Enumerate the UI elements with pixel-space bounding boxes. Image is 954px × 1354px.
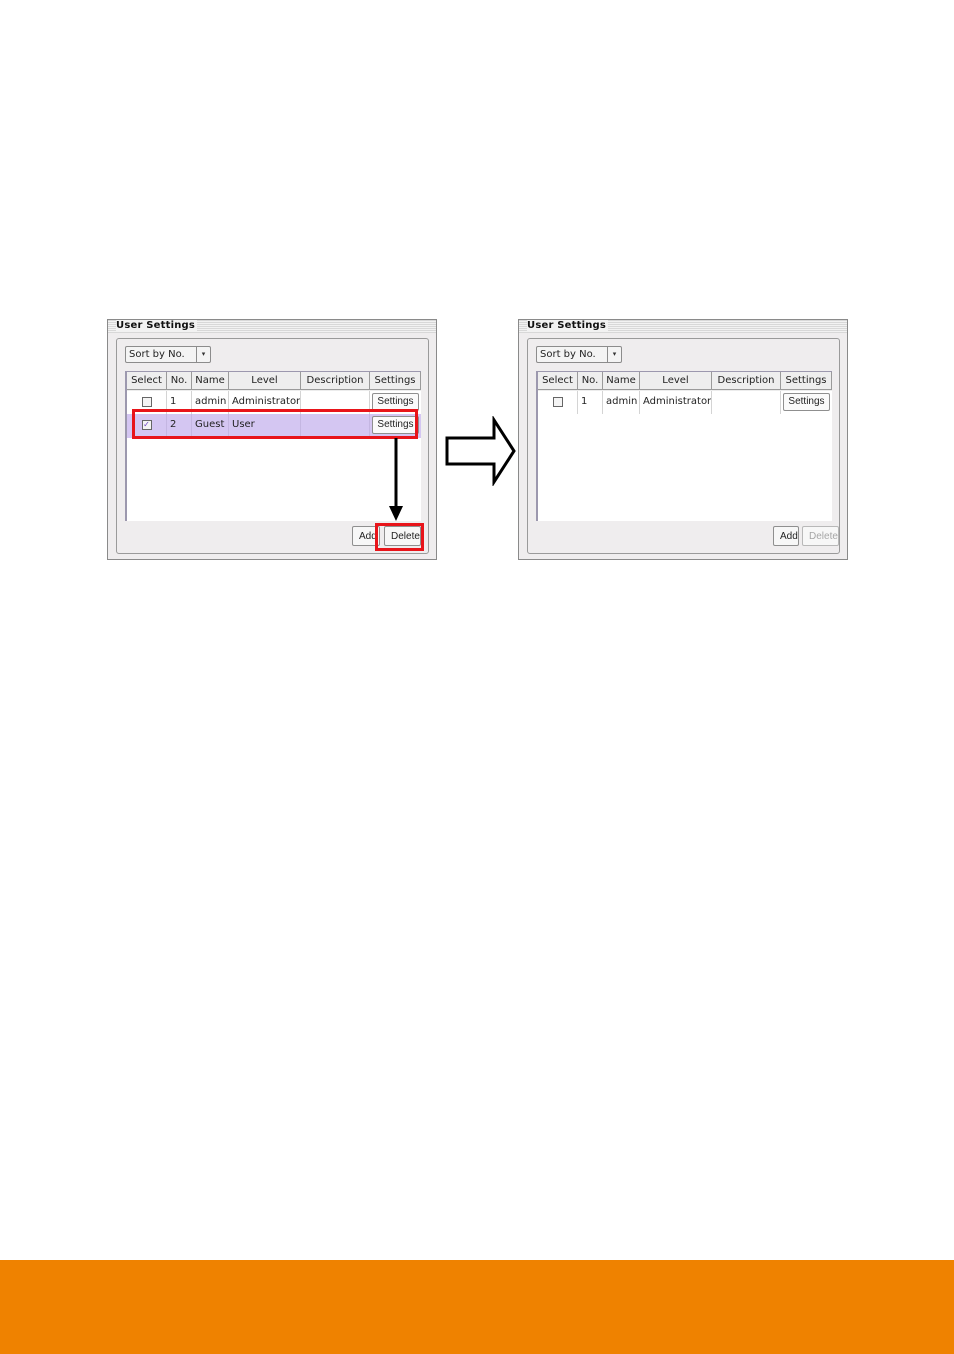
user-settings-group: Sort by No. ▾ Select No. Name Level Desc…	[527, 338, 840, 554]
column-header-settings: Settings	[370, 372, 421, 390]
settings-button[interactable]: Settings	[783, 393, 830, 411]
highlight-selected-row	[132, 409, 418, 439]
highlight-delete-button	[375, 523, 424, 551]
row-checkbox[interactable]	[141, 397, 152, 407]
settings-cell: Settings	[781, 391, 832, 414]
panel-title: User Settings	[527, 320, 609, 332]
panel-title-bar: User Settings	[108, 320, 436, 333]
table-header: Select No. Name Level Description Settin…	[127, 372, 421, 391]
delete-button-disabled[interactable]: Delete	[802, 526, 839, 546]
column-header-name: Name	[603, 372, 640, 390]
right-arrow-outline-icon	[445, 416, 516, 486]
column-header-settings: Settings	[781, 372, 832, 390]
column-header-name: Name	[192, 372, 229, 390]
chevron-down-icon[interactable]: ▾	[607, 347, 621, 362]
column-header-no: No.	[167, 372, 192, 390]
column-header-no: No.	[578, 372, 603, 390]
description-cell	[712, 391, 781, 414]
column-header-description: Description	[301, 372, 370, 390]
column-header-select: Select	[538, 372, 578, 390]
no-cell: 1	[578, 391, 603, 414]
level-cell: Administrator	[640, 391, 712, 414]
name-cell: admin	[603, 391, 640, 414]
column-header-level: Level	[229, 372, 301, 390]
footer-bar	[0, 1260, 954, 1354]
chevron-down-icon[interactable]: ▾	[196, 347, 210, 362]
table-header: Select No. Name Level Description Settin…	[538, 372, 832, 391]
sort-dropdown[interactable]: Sort by No. ▾	[536, 346, 622, 363]
down-arrow-icon	[389, 438, 403, 521]
panel-title: User Settings	[116, 320, 198, 332]
table-row[interactable]: 1 admin Administrator Settings	[538, 391, 832, 414]
add-button[interactable]: Add	[773, 526, 799, 546]
column-header-description: Description	[712, 372, 781, 390]
sort-dropdown-value: Sort by No.	[129, 349, 185, 360]
user-table: Select No. Name Level Description Settin…	[536, 371, 832, 521]
select-cell	[538, 391, 578, 414]
column-header-select: Select	[127, 372, 167, 390]
user-table: Select No. Name Level Description Settin…	[125, 371, 421, 521]
panel-title-bar: User Settings	[519, 320, 847, 333]
sort-dropdown-value: Sort by No.	[540, 349, 596, 360]
row-checkbox[interactable]	[552, 397, 563, 407]
sort-dropdown[interactable]: Sort by No. ▾	[125, 346, 211, 363]
user-settings-panel-after: User Settings Sort by No. ▾ Select No. N…	[518, 319, 848, 560]
user-settings-group: Sort by No. ▾ Select No. Name Level Desc…	[116, 338, 429, 554]
column-header-level: Level	[640, 372, 712, 390]
